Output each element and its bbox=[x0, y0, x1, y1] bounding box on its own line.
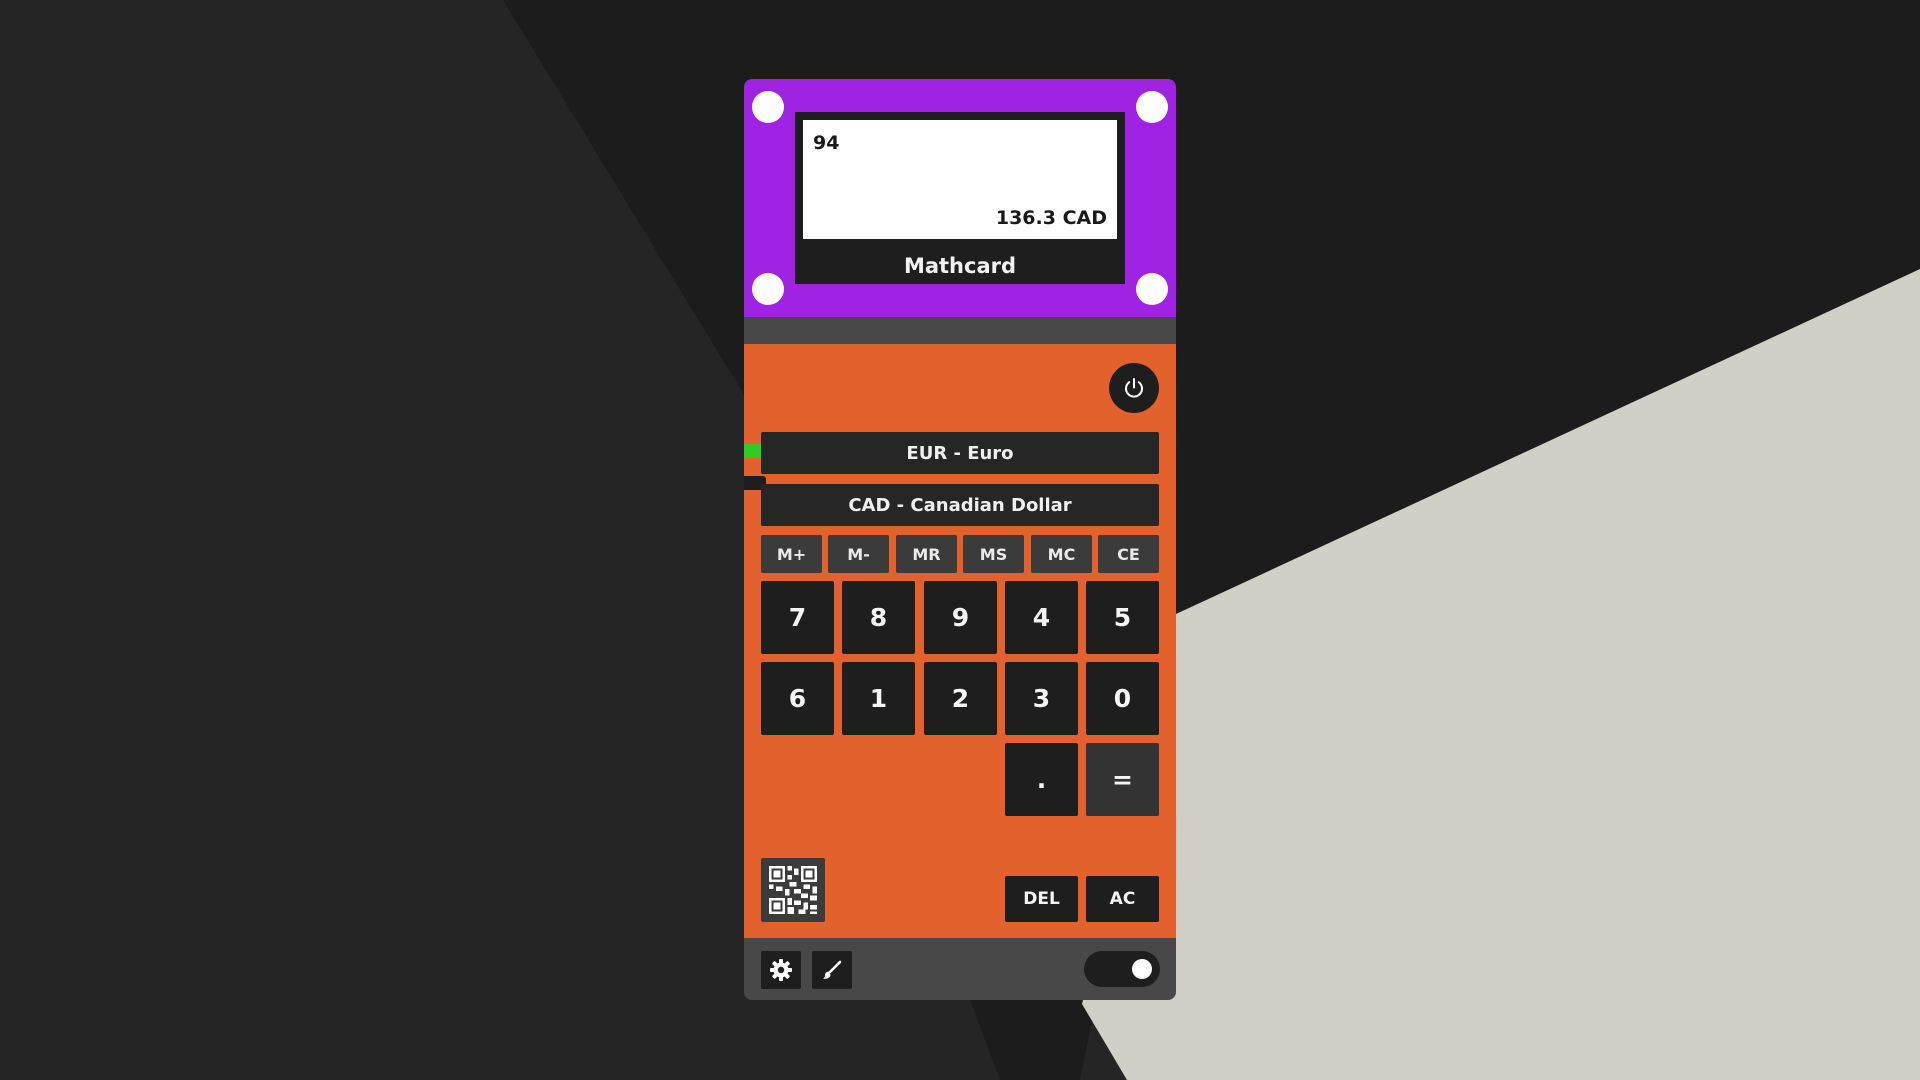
qr-button[interactable] bbox=[761, 858, 825, 922]
display-result: 136.3 CAD bbox=[995, 207, 1107, 229]
screw bbox=[1136, 273, 1168, 305]
key-9[interactable]: 9 bbox=[924, 581, 997, 654]
brush-icon bbox=[823, 960, 842, 979]
screw bbox=[752, 91, 784, 123]
settings-button[interactable] bbox=[761, 951, 801, 989]
memory-recall-button[interactable]: MR bbox=[896, 535, 957, 573]
qr-code-icon bbox=[769, 866, 817, 914]
theme-button[interactable] bbox=[812, 951, 852, 989]
memory-add-button[interactable]: M+ bbox=[761, 535, 822, 573]
key-1[interactable]: 1 bbox=[842, 662, 915, 735]
screw bbox=[1136, 91, 1168, 123]
screen-frame: 94 136.3 CAD Mathcard bbox=[744, 79, 1176, 317]
key-6[interactable]: 6 bbox=[761, 662, 834, 735]
currency-from-select[interactable]: EUR - Euro bbox=[761, 432, 1159, 474]
mode-toggle[interactable] bbox=[1084, 951, 1160, 987]
gear-icon bbox=[770, 959, 792, 981]
memory-subtract-button[interactable]: M- bbox=[828, 535, 889, 573]
calculator-device: 94 136.3 CAD Mathcard EUR - Euro CAD - C… bbox=[744, 79, 1176, 1000]
lcd-display: 94 136.3 CAD Mathcard bbox=[795, 112, 1125, 284]
toggle-knob bbox=[1132, 959, 1152, 979]
key-2[interactable]: 2 bbox=[924, 662, 997, 735]
delete-button[interactable]: DEL bbox=[1005, 876, 1078, 922]
currency-to-select[interactable]: CAD - Canadian Dollar bbox=[761, 484, 1159, 526]
clear-entry-button[interactable]: CE bbox=[1098, 535, 1159, 573]
key-8[interactable]: 8 bbox=[842, 581, 915, 654]
memory-store-button[interactable]: MS bbox=[963, 535, 1024, 573]
key-5[interactable]: 5 bbox=[1086, 581, 1159, 654]
key-3[interactable]: 3 bbox=[1005, 662, 1078, 735]
memory-clear-button[interactable]: MC bbox=[1031, 535, 1092, 573]
power-icon bbox=[1125, 378, 1143, 398]
key-equals[interactable]: = bbox=[1086, 743, 1159, 816]
key-decimal[interactable]: . bbox=[1005, 743, 1078, 816]
key-0[interactable]: 0 bbox=[1086, 662, 1159, 735]
clear-all-button[interactable]: AC bbox=[1086, 876, 1159, 922]
power-button[interactable] bbox=[1109, 363, 1159, 413]
screw bbox=[752, 273, 784, 305]
key-4[interactable]: 4 bbox=[1005, 581, 1078, 654]
display-input: 94 bbox=[813, 132, 840, 154]
key-7[interactable]: 7 bbox=[761, 581, 834, 654]
lcd-panel: 94 136.3 CAD bbox=[803, 120, 1117, 239]
memory-buttons-row: M+ M- MR MS MC CE bbox=[761, 535, 1159, 573]
brand-label: Mathcard bbox=[903, 254, 1017, 278]
